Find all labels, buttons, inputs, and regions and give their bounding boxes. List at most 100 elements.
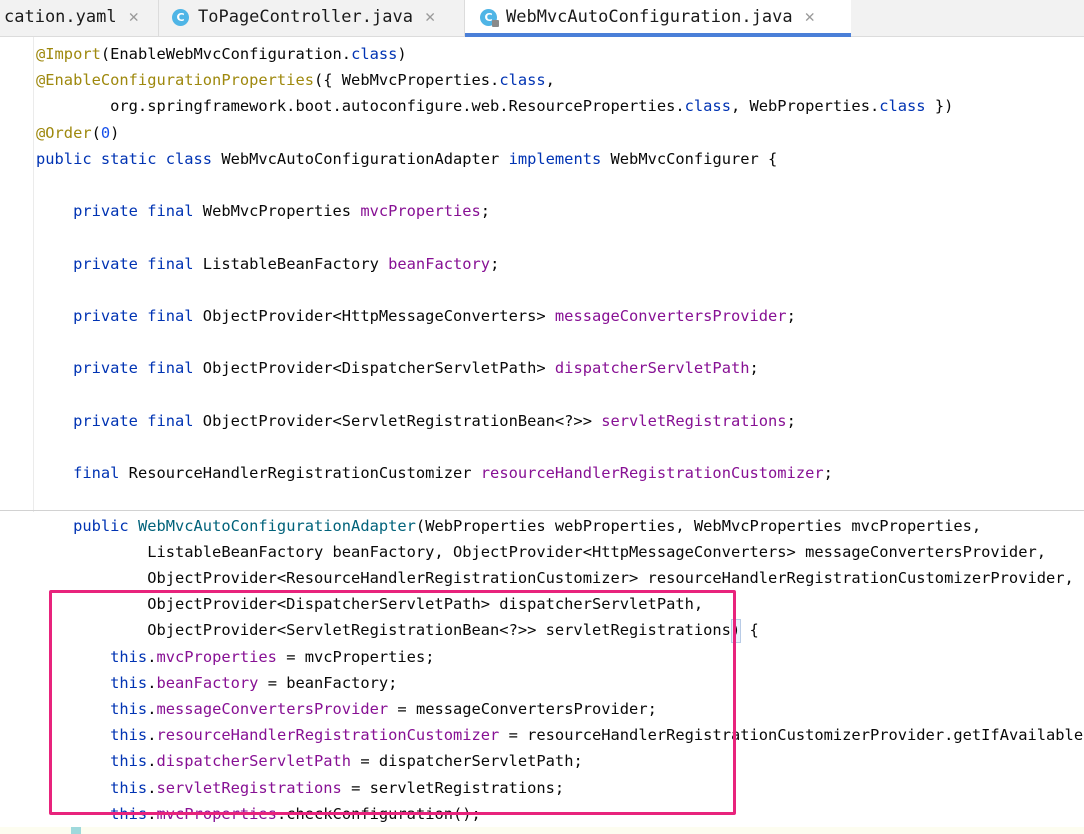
- tab-label: WebMvcAutoConfiguration.java: [506, 7, 793, 27]
- code-token: this: [36, 752, 148, 771]
- code-line[interactable]: @Order(0): [36, 120, 119, 146]
- code-token: = messageConvertersProvider;: [388, 700, 657, 718]
- code-token: servletRegistrations: [156, 778, 342, 797]
- tab-label: ToPageController.java: [198, 7, 413, 27]
- code-token: ;: [490, 254, 500, 273]
- code-line[interactable]: ObjectProvider<ResourceHandlerRegistrati…: [36, 565, 1074, 591]
- code-line[interactable]: this.mvcProperties = mvcProperties;: [36, 644, 434, 670]
- code-token: ObjectProvider<ServletRegistrationBean<?…: [36, 621, 750, 640]
- code-token: = resourceHandlerRegistrationCustomizerP…: [499, 726, 1084, 745]
- code-token: ({ WebMvcProperties.: [313, 71, 500, 90]
- code-token: ;: [786, 411, 796, 430]
- code-token: servletRegistrations: [601, 411, 787, 430]
- code-line[interactable]: public static class WebMvcAutoConfigurat…: [36, 146, 777, 172]
- code-line[interactable]: ObjectProvider<ServletRegistrationBean<?…: [36, 617, 759, 643]
- code-token: final: [36, 464, 129, 483]
- code-token: ;: [786, 307, 796, 325]
- tab-webmvcautoconfiguration-java[interactable]: C WebMvcAutoConfiguration.java ✕: [465, 0, 851, 34]
- code-line[interactable]: this.dispatcherServletPath = dispatcherS…: [36, 748, 583, 774]
- code-token: class: [684, 97, 731, 116]
- code-token: dispatcherServletPath: [156, 752, 352, 771]
- code-line[interactable]: org.springframework.boot.autoconfigure.w…: [36, 93, 953, 119]
- code-token: mvcProperties: [156, 804, 277, 823]
- code-line[interactable]: private final ObjectProvider<HttpMessage…: [36, 303, 796, 329]
- code-line[interactable]: public WebMvcAutoConfigurationAdapter(We…: [36, 513, 981, 539]
- code-token: WebMvcAutoConfigurationAdapter: [137, 516, 416, 535]
- code-token: org.springframework.boot.autoconfigure.w…: [36, 97, 685, 116]
- code-token: 0: [100, 123, 111, 142]
- code-token: ObjectProvider<HttpMessageConverters>: [202, 307, 555, 325]
- tab-topagecontroller-java[interactable]: C ToPageController.java ✕: [172, 0, 462, 34]
- code-token: WebMvcAutoConfigurationAdapter: [221, 149, 509, 168]
- code-line[interactable]: private final ListableBeanFactory beanFa…: [36, 251, 499, 277]
- code-line[interactable]: this.resourceHandlerRegistrationCustomiz…: [36, 722, 1084, 748]
- code-token: ): [397, 45, 407, 63]
- code-token: dispatcherServletPath: [554, 359, 750, 378]
- tab-divider: [158, 0, 159, 36]
- code-token: = dispatcherServletPath;: [351, 752, 583, 771]
- code-line[interactable]: private final WebMvcProperties mvcProper…: [36, 198, 490, 224]
- code-line[interactable]: private final ObjectProvider<ServletRegi…: [36, 408, 796, 434]
- code-token: ;: [480, 202, 491, 221]
- code-token: class: [879, 97, 926, 116]
- code-token: beanFactory: [388, 254, 491, 273]
- code-token: }): [925, 97, 954, 116]
- code-token: = mvcProperties;: [276, 647, 435, 666]
- code-token: {: [749, 621, 759, 640]
- class-c-icon: C: [172, 8, 189, 26]
- code-token: = beanFactory;: [258, 673, 398, 692]
- code-token: mvcProperties: [156, 647, 277, 666]
- code-line[interactable]: this.mvcProperties.checkConfiguration();: [36, 801, 481, 827]
- code-token: ObjectProvider<DispatcherServletPath>: [202, 359, 555, 378]
- method-separator: [0, 510, 1084, 511]
- code-token: (WebProperties webProperties, WebMvcProp…: [415, 516, 982, 535]
- code-token: private final: [36, 359, 203, 378]
- code-token: (EnableWebMvcConfiguration.: [100, 45, 352, 63]
- code-token: messageConvertersProvider: [156, 700, 389, 718]
- code-token: this: [36, 647, 148, 666]
- code-token: class: [499, 71, 546, 90]
- editor-tab-bar: cation.yaml ✕ C ToPageController.java ✕ …: [0, 0, 1084, 37]
- code-line[interactable]: ListableBeanFactory beanFactory, ObjectP…: [36, 539, 1046, 565]
- code-token: private final: [36, 307, 203, 325]
- code-token: ObjectProvider<ResourceHandlerRegistrati…: [36, 569, 1074, 587]
- code-token: , WebProperties.: [730, 97, 880, 116]
- code-token: ObjectProvider<ServletRegistrationBean<?…: [202, 411, 602, 430]
- code-line[interactable]: @Import(EnableWebMvcConfiguration.class): [36, 41, 407, 67]
- code-token: .checkConfiguration();: [276, 804, 481, 823]
- code-token: ListableBeanFactory: [202, 254, 389, 273]
- code-editor[interactable]: @Import(EnableWebMvcConfiguration.class)…: [0, 37, 1084, 834]
- code-line[interactable]: this.servletRegistrations = servletRegis…: [36, 775, 564, 801]
- close-icon[interactable]: ✕: [805, 7, 815, 27]
- code-token: class: [351, 45, 398, 63]
- indent-guide: [33, 37, 34, 512]
- code-token: public static class: [36, 149, 222, 168]
- code-token: = servletRegistrations;: [341, 778, 565, 797]
- code-token: @EnableConfigurationProperties: [36, 71, 314, 90]
- code-token: (: [91, 123, 101, 142]
- code-token: ListableBeanFactory beanFactory, ObjectP…: [36, 542, 1046, 561]
- code-line[interactable]: this.beanFactory = beanFactory;: [36, 670, 397, 696]
- code-token: ;: [823, 464, 833, 483]
- code-line[interactable]: this.messageConvertersProvider = message…: [36, 696, 657, 722]
- code-token: resourceHandlerRegistrationCustomizer: [156, 726, 500, 745]
- class-c-icon: C: [480, 8, 499, 27]
- tab-label: cation.yaml: [4, 7, 117, 27]
- code-token: this: [36, 673, 148, 692]
- code-line[interactable]: private final ObjectProvider<DispatcherS…: [36, 355, 759, 381]
- code-token: WebMvcConfigurer {: [610, 149, 778, 168]
- code-line[interactable]: final ResourceHandlerRegistrationCustomi…: [36, 460, 833, 486]
- code-token: messageConvertersProvider: [554, 307, 787, 325]
- code-line[interactable]: ObjectProvider<DispatcherServletPath> di…: [36, 591, 703, 617]
- code-line[interactable]: @EnableConfigurationProperties({ WebMvcP…: [36, 67, 555, 93]
- code-token: private final: [36, 202, 203, 221]
- tab-application-yaml[interactable]: cation.yaml ✕: [0, 0, 160, 34]
- code-token: resourceHandlerRegistrationCustomizer: [480, 464, 824, 483]
- code-token: private final: [36, 411, 203, 430]
- close-icon[interactable]: ✕: [129, 7, 139, 27]
- code-token: ;: [749, 359, 759, 378]
- code-token: implements: [508, 149, 611, 168]
- code-token: this: [36, 778, 148, 797]
- code-token: @Order: [36, 123, 92, 142]
- close-icon[interactable]: ✕: [425, 7, 435, 27]
